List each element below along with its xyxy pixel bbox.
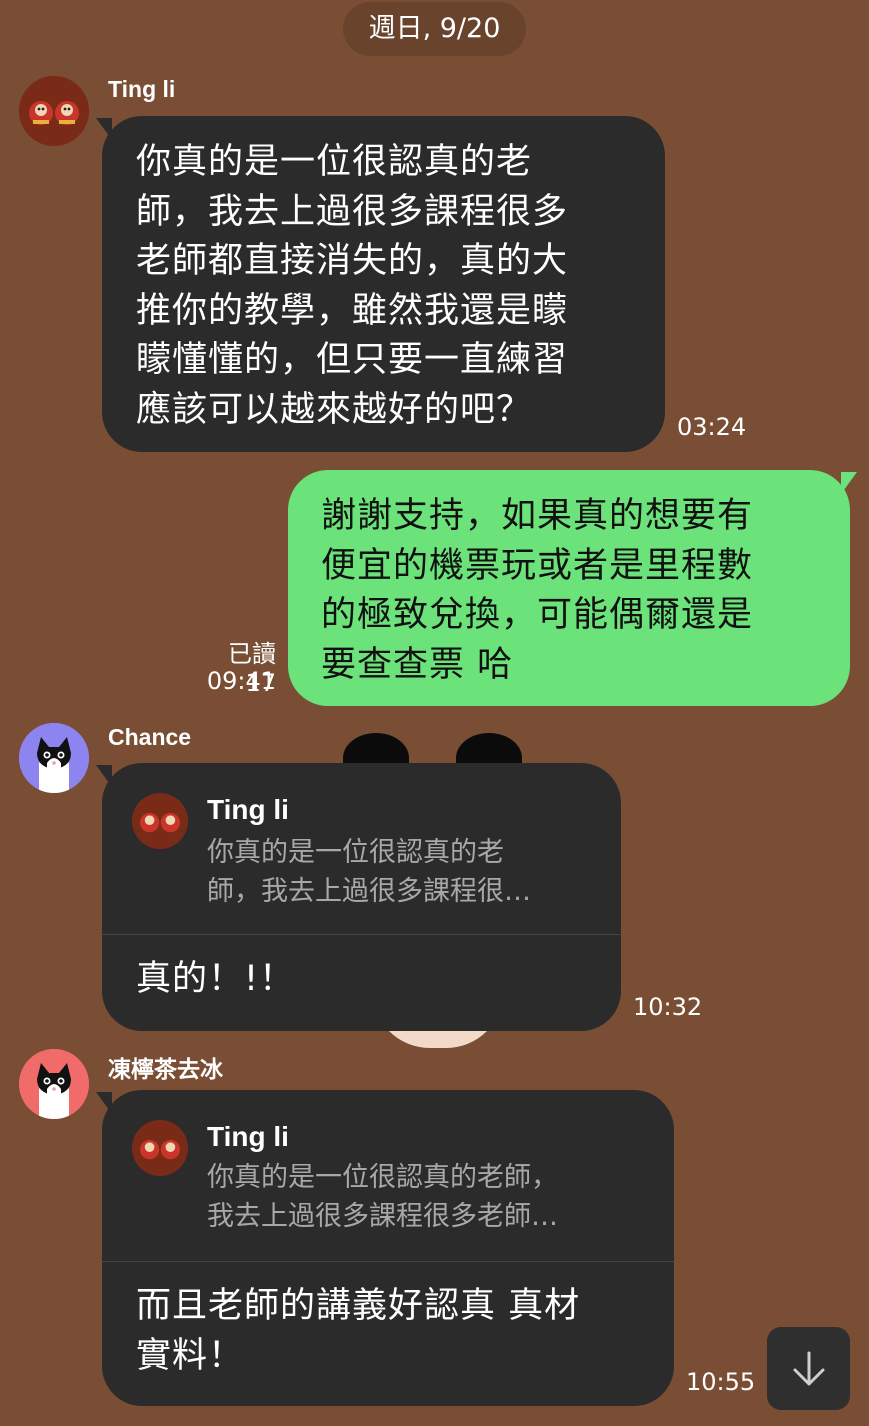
sender-name: Chance	[108, 724, 192, 750]
divider	[102, 934, 621, 935]
cat-avatar-icon	[19, 1049, 89, 1119]
reply-message-bubble[interactable]: Ting li 你真的是一位很認真的老師， 我去上過很多課程很多老師… 而且老師…	[102, 1090, 674, 1406]
avatar-ting-li[interactable]	[19, 76, 89, 146]
message-time: 09:41	[206, 667, 276, 695]
quoted-text: 你真的是一位很認真的老師， 我去上過很多課程很多老師…	[207, 1162, 558, 1232]
quoted-avatar	[132, 1120, 188, 1176]
daruma-avatar-icon	[19, 76, 89, 146]
cat-avatar-icon	[19, 723, 89, 793]
quoted-message[interactable]: Ting li 你真的是一位很認真的老 師，我去上過很多課程很…	[102, 763, 621, 935]
arrow-down-icon	[793, 1351, 824, 1385]
sender-name: Ting li	[108, 76, 176, 102]
daruma-avatar-icon	[132, 793, 188, 849]
divider	[102, 1261, 674, 1262]
avatar-lemon-tea[interactable]	[19, 1049, 89, 1119]
quoted-sender: Ting li	[207, 1121, 289, 1152]
message-text: 你真的是一位很認真的老 師，我去上過很多課程很多 老師都直接消失的，真的大 推你…	[136, 142, 569, 430]
quoted-avatar	[132, 793, 188, 849]
sender-name: 凍檸茶去冰	[108, 1056, 223, 1082]
message-time: 03:24	[677, 413, 747, 441]
reply-message-bubble[interactable]: Ting li 你真的是一位很認真的老 師，我去上過很多課程很… 真的！!！	[102, 763, 621, 1031]
message-text: 而且老師的講義好認真 真材 實料！	[136, 1286, 581, 1376]
quoted-message[interactable]: Ting li 你真的是一位很認真的老師， 我去上過很多課程很多老師…	[102, 1090, 674, 1262]
avatar-chance[interactable]	[19, 723, 89, 793]
quoted-text: 你真的是一位很認真的老 師，我去上過很多課程很…	[207, 837, 531, 907]
daruma-avatar-icon	[132, 1120, 188, 1176]
scroll-to-bottom-button[interactable]	[767, 1327, 850, 1410]
message-time: 10:55	[686, 1368, 756, 1396]
date-separator: 週日, 9/20	[343, 2, 526, 56]
quoted-sender: Ting li	[207, 794, 289, 825]
message-time: 10:32	[633, 993, 703, 1021]
message-bubble[interactable]: 你真的是一位很認真的老 師，我去上過很多課程很多 老師都直接消失的，真的大 推你…	[102, 116, 665, 452]
message-text: 真的！!！	[136, 959, 296, 999]
message-text: 謝謝支持，如果真的想要有 便宜的機票玩或者是里程數 的極致兌換，可能偶爾還是 要…	[321, 496, 754, 685]
message-bubble-outgoing[interactable]: 謝謝支持，如果真的想要有 便宜的機票玩或者是里程數 的極致兌換，可能偶爾還是 要…	[288, 470, 850, 706]
